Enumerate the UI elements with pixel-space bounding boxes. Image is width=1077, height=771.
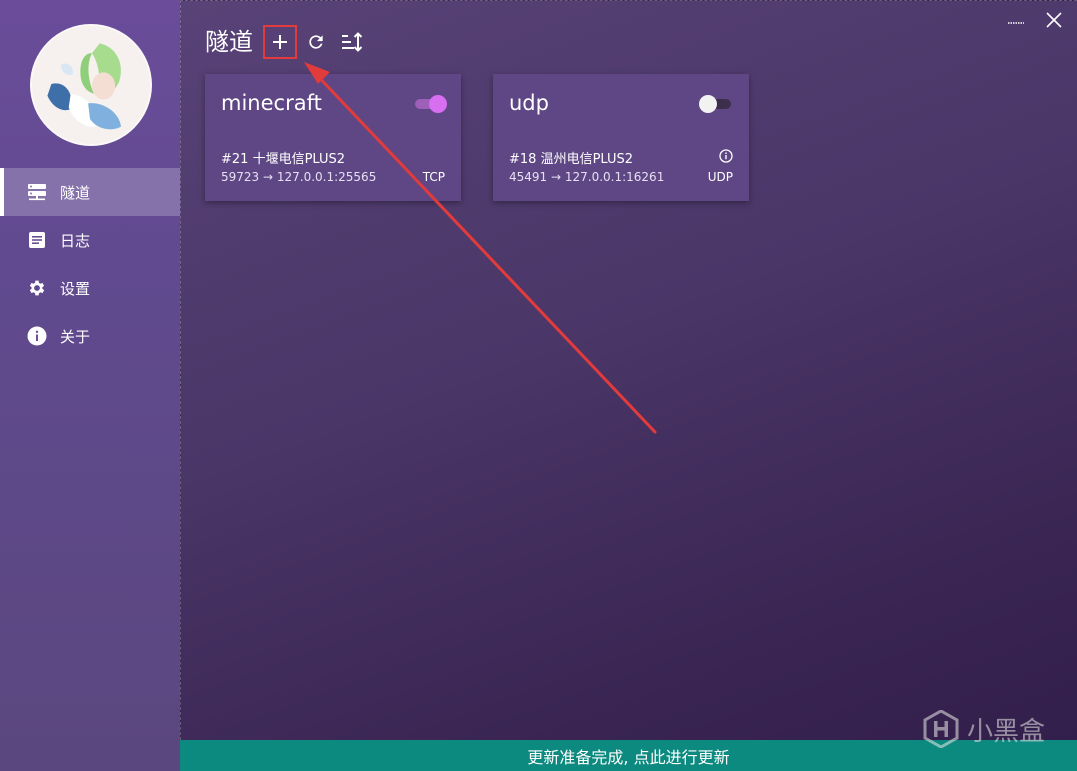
info-icon [26, 325, 48, 347]
tunnel-card[interactable]: udp #18 温州电信PLUS2 45491 → 127.0.0.1:1626… [493, 74, 749, 201]
sort-icon [342, 32, 363, 52]
info-icon[interactable] [719, 149, 733, 163]
update-message: 更新准备完成, 点此进行更新 [527, 747, 730, 767]
avatar-illustration [32, 26, 150, 144]
add-tunnel-button[interactable] [263, 25, 297, 59]
window-controls [1005, 9, 1065, 31]
refresh-button[interactable] [299, 25, 333, 59]
toggle-thumb [699, 95, 717, 113]
toggle-thumb [429, 95, 447, 113]
tunnel-name: minecraft [221, 91, 322, 115]
sidebar-item-settings[interactable]: 设置 [0, 264, 180, 312]
sidebar-item-label: 隧道 [60, 183, 91, 202]
main-panel: 隧道 minecraft #21 十堰电信PLUS2 59723 → 127.0… [180, 0, 1077, 740]
tunnel-toggle[interactable] [699, 95, 733, 113]
sidebar-item-label: 设置 [60, 279, 91, 298]
sort-button[interactable] [335, 25, 369, 59]
tunnel-mapping: 45491 → 127.0.0.1:16261 [509, 170, 665, 184]
page-title: 隧道 [205, 28, 253, 56]
close-icon [1046, 12, 1062, 28]
watermark: 小黑盒 [923, 710, 1045, 748]
close-button[interactable] [1043, 9, 1065, 31]
sidebar-item-tunnels[interactable]: 隧道 [0, 168, 180, 216]
refresh-icon [309, 35, 323, 49]
sidebar-item-logs[interactable]: 日志 [0, 216, 180, 264]
avatar[interactable] [30, 24, 152, 146]
minimize-icon [1008, 22, 1024, 24]
sidebar-nav: 隧道 日志 设置 关于 [0, 168, 180, 360]
plus-icon [273, 35, 287, 49]
tunnel-list: minecraft #21 十堰电信PLUS2 59723 → 127.0.0.… [205, 74, 749, 201]
sidebar-item-label: 日志 [60, 231, 91, 250]
server-icon [26, 181, 48, 203]
app-window: 隧道 日志 设置 关于 隧道 minecraft #21 十堰电信PLUS2 5… [0, 0, 1077, 771]
tunnel-node: #18 温州电信PLUS2 [509, 152, 634, 167]
gear-icon [26, 277, 48, 299]
heybox-logo-icon [923, 710, 959, 748]
page-header: 隧道 [205, 25, 371, 59]
tunnel-toggle[interactable] [413, 95, 447, 113]
tunnel-card[interactable]: minecraft #21 十堰电信PLUS2 59723 → 127.0.0.… [205, 74, 461, 201]
tunnel-protocol: UDP [707, 170, 733, 184]
minimize-button[interactable] [1005, 9, 1027, 31]
tunnel-protocol: TCP [422, 170, 445, 184]
sidebar-item-label: 关于 [60, 327, 91, 346]
document-icon [26, 229, 48, 251]
sidebar: 隧道 日志 设置 关于 [0, 0, 180, 771]
watermark-text: 小黑盒 [966, 716, 1045, 747]
tunnel-node: #21 十堰电信PLUS2 [221, 152, 346, 167]
sidebar-item-about[interactable]: 关于 [0, 312, 180, 360]
tunnel-mapping: 59723 → 127.0.0.1:25565 [221, 170, 377, 184]
